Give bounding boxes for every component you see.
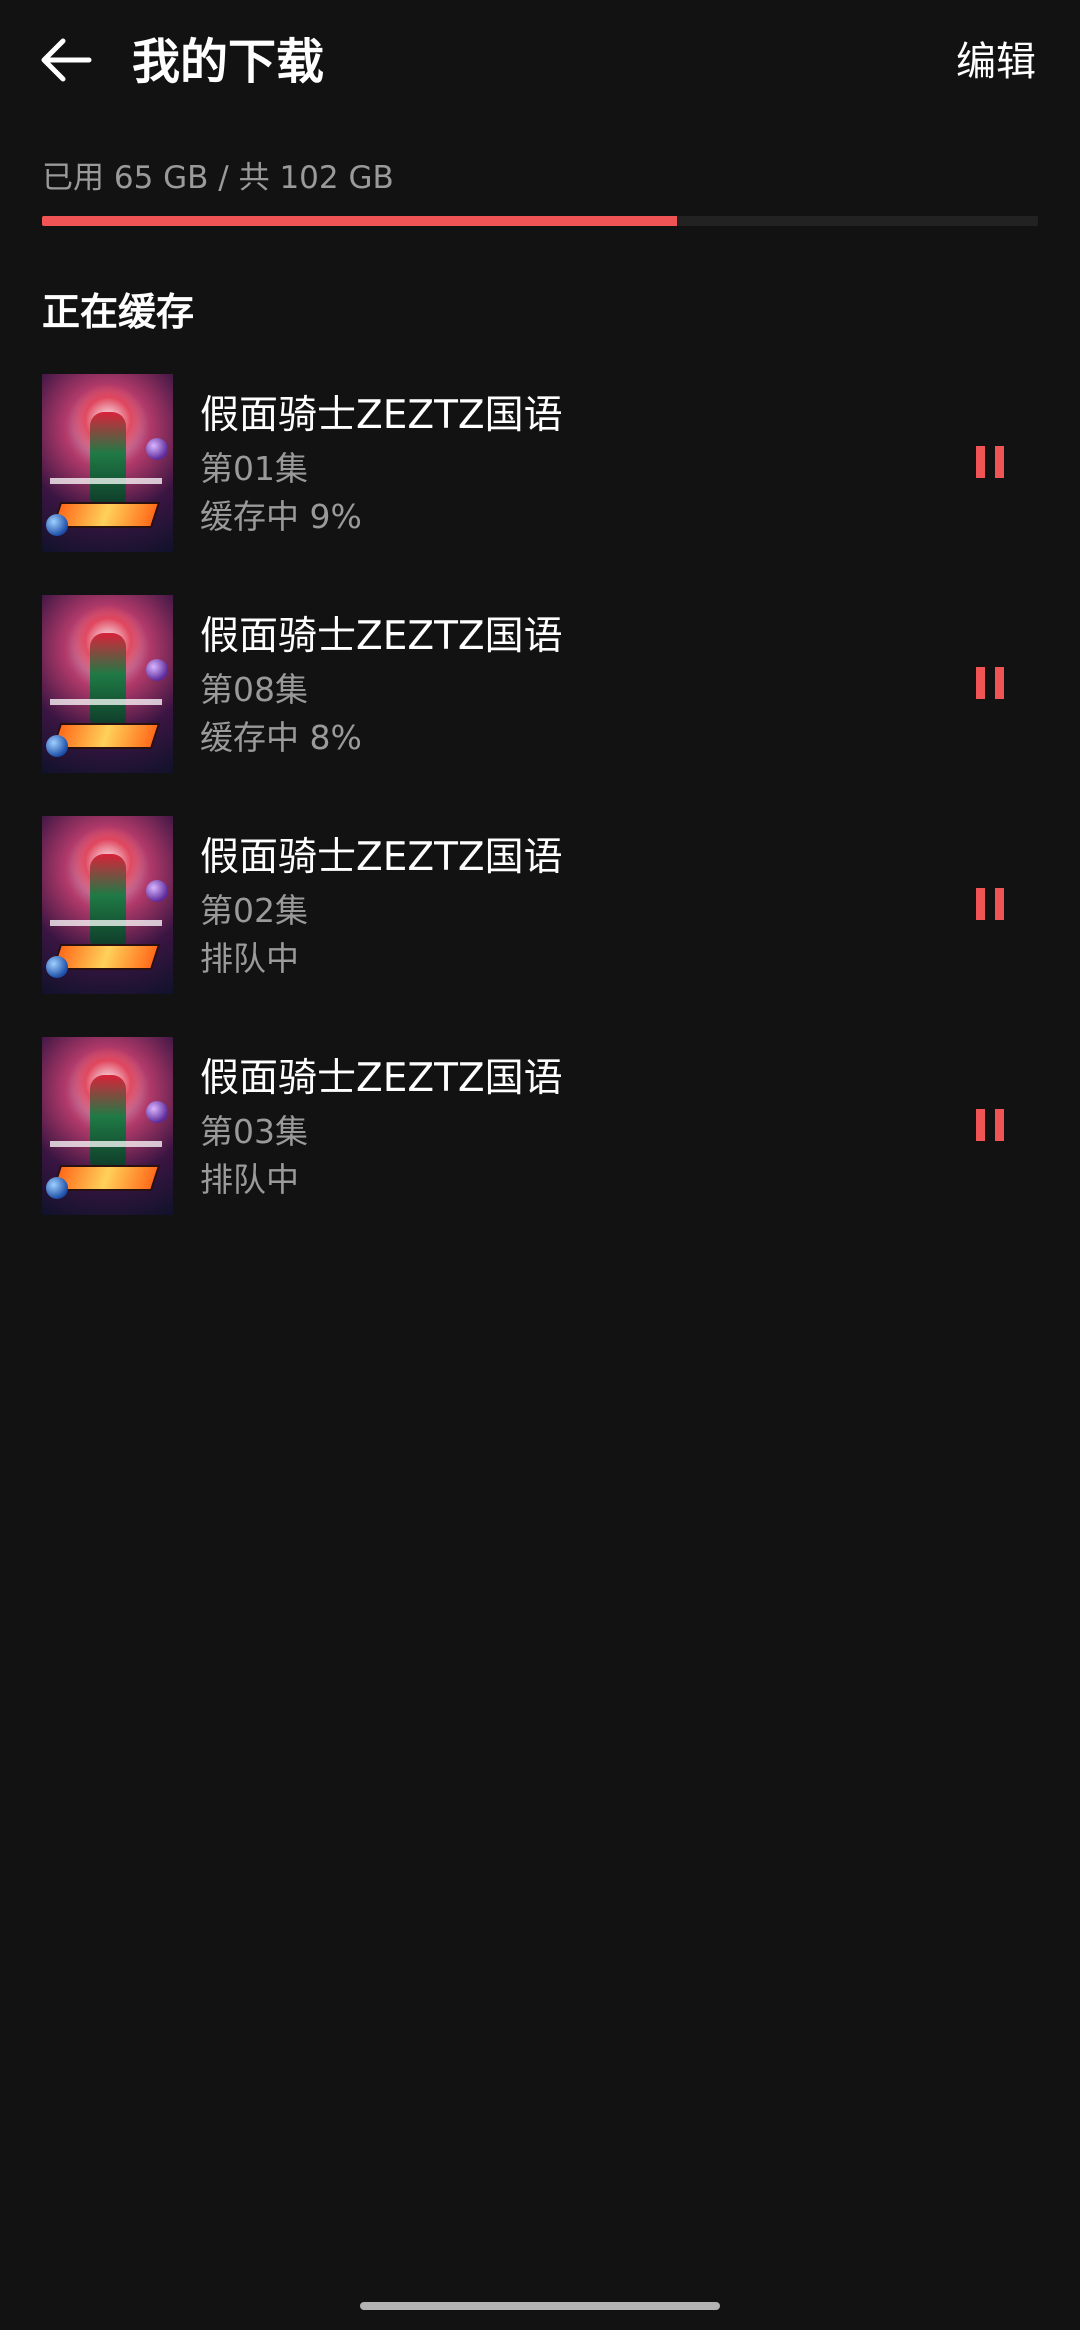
download-status: 缓存中 9% xyxy=(200,497,362,536)
download-item[interactable]: 假面骑士ZEZTZ国语 第01集 缓存中 9% xyxy=(0,374,1080,552)
pause-button[interactable] xyxy=(966,880,1014,928)
download-item[interactable]: 假面骑士ZEZTZ国语 第02集 排队中 xyxy=(0,816,1080,994)
poster-thumbnail xyxy=(42,816,173,994)
page-title: 我的下载 xyxy=(132,34,325,90)
home-indicator[interactable] xyxy=(360,2302,720,2310)
download-status: 缓存中 8% xyxy=(200,718,362,757)
download-episode: 第02集 xyxy=(200,891,308,930)
arrow-left-icon xyxy=(41,38,92,82)
download-status: 排队中 xyxy=(200,1160,299,1199)
pause-icon xyxy=(976,1109,1004,1141)
pause-icon xyxy=(976,888,1004,920)
pause-button[interactable] xyxy=(966,438,1014,486)
poster-thumbnail xyxy=(42,1037,173,1215)
top-bar: 我的下载 编辑 xyxy=(0,0,1080,130)
download-title: 假面骑士ZEZTZ国语 xyxy=(200,835,563,880)
download-item[interactable]: 假面骑士ZEZTZ国语 第08集 缓存中 8% xyxy=(0,595,1080,773)
download-title: 假面骑士ZEZTZ国语 xyxy=(200,1056,563,1101)
back-button[interactable] xyxy=(34,28,98,92)
pause-icon xyxy=(976,446,1004,478)
pause-icon xyxy=(976,667,1004,699)
download-episode: 第03集 xyxy=(200,1112,308,1151)
download-item[interactable]: 假面骑士ZEZTZ国语 第03集 排队中 xyxy=(0,1037,1080,1215)
pause-button[interactable] xyxy=(966,1101,1014,1149)
download-episode: 第01集 xyxy=(200,449,308,488)
download-status: 排队中 xyxy=(200,939,299,978)
edit-button[interactable]: 编辑 xyxy=(956,34,1036,90)
download-list: 假面骑士ZEZTZ国语 第01集 缓存中 9% 假面骑士ZEZTZ国语 第08集… xyxy=(0,374,1080,1258)
storage-usage-fill xyxy=(42,216,677,226)
pause-button[interactable] xyxy=(966,659,1014,707)
download-title: 假面骑士ZEZTZ国语 xyxy=(200,393,563,438)
storage-usage-bar xyxy=(42,216,1038,226)
section-title-downloading: 正在缓存 xyxy=(42,290,195,334)
download-episode: 第08集 xyxy=(200,670,308,709)
download-title: 假面骑士ZEZTZ国语 xyxy=(200,614,563,659)
storage-usage-text: 已用 65 GB / 共 102 GB xyxy=(42,160,394,196)
poster-thumbnail xyxy=(42,374,173,552)
poster-thumbnail xyxy=(42,595,173,773)
